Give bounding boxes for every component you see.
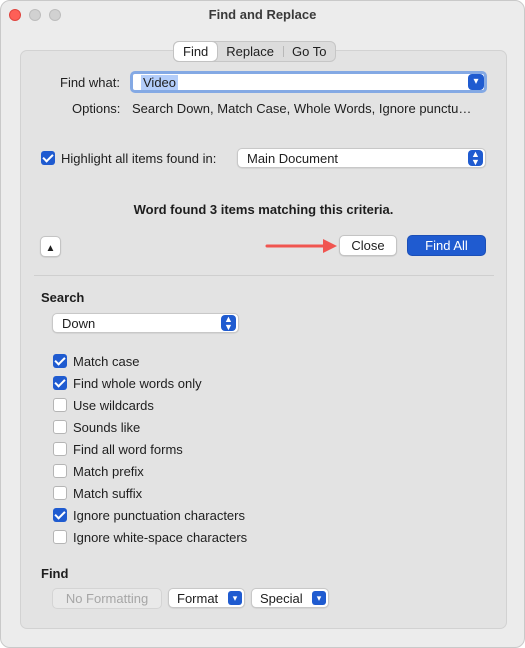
special-label: Special (260, 591, 303, 606)
collapse-button[interactable]: ▲ (40, 236, 61, 257)
chevron-down-icon[interactable]: ▾ (468, 74, 484, 90)
ignore-whitespace-checkbox[interactable] (53, 530, 67, 544)
highlight-scope-select[interactable]: Main Document ▲ ▼ (237, 148, 486, 168)
find-replace-window: Find and Replace Find Replace Go To Find… (0, 0, 525, 648)
tab-bar: Find Replace Go To (173, 41, 337, 62)
wildcards-label: Use wildcards (73, 398, 154, 413)
window-title: Find and Replace (208, 7, 317, 22)
chevron-down-icon: ▾ (312, 591, 326, 605)
format-label: Format (177, 591, 219, 606)
section-divider (34, 275, 494, 276)
whole-words-checkbox[interactable] (53, 376, 67, 390)
tab-replace[interactable]: Replace (217, 42, 283, 61)
chevron-down-icon: ▾ (228, 591, 242, 605)
find-what-label: Find what: (60, 75, 120, 90)
ignore-whitespace-label: Ignore white-space characters (73, 530, 248, 545)
options-label: Options: (72, 101, 121, 116)
format-menu-button[interactable]: Format ▾ (168, 588, 245, 608)
highlight-checkbox[interactable] (41, 151, 55, 165)
search-direction-select[interactable]: Down ▲ ▼ (52, 313, 239, 333)
ignore-punctuation-label: Ignore punctuation characters (73, 508, 245, 523)
options-summary: Search Down, Match Case, Whole Words, Ig… (132, 101, 472, 116)
sounds-like-checkbox[interactable] (53, 420, 67, 434)
match-prefix-label: Match prefix (73, 464, 144, 479)
special-menu-button[interactable]: Special ▾ (251, 588, 329, 608)
find-all-button[interactable]: Find All (407, 235, 486, 256)
highlight-label: Highlight all items found in: (61, 151, 217, 166)
wildcards-checkbox[interactable] (53, 398, 67, 412)
updown-chevron-icon: ▲ ▼ (221, 315, 236, 332)
find-what-value: Video (141, 75, 179, 90)
chevron-up-icon: ▲ (45, 243, 56, 254)
search-heading: Search (41, 290, 85, 305)
no-formatting-button[interactable]: No Formatting (52, 588, 162, 609)
close-button[interactable]: Close (339, 235, 397, 256)
updown-chevron-icon: ▲ ▼ (468, 150, 483, 167)
highlight-scope-value: Main Document (247, 151, 339, 166)
match-case-checkbox[interactable] (53, 354, 67, 368)
tab-go-to[interactable]: Go To (283, 42, 335, 61)
ignore-punctuation-checkbox[interactable] (53, 508, 67, 522)
status-message: Word found 3 items matching this criteri… (133, 202, 394, 217)
match-suffix-checkbox[interactable] (53, 486, 67, 500)
find-what-field[interactable]: Video ▾ (130, 71, 487, 93)
sounds-like-label: Sounds like (73, 420, 141, 435)
find-heading: Find (41, 566, 69, 581)
title-bar: Find and Replace (1, 1, 524, 29)
match-suffix-label: Match suffix (73, 486, 143, 501)
search-direction-value: Down (62, 316, 96, 331)
arrow-annotation-icon (265, 239, 337, 253)
match-case-label: Match case (73, 354, 140, 369)
word-forms-label: Find all word forms (73, 442, 183, 457)
whole-words-label: Find whole words only (73, 376, 202, 391)
match-prefix-checkbox[interactable] (53, 464, 67, 478)
tab-find[interactable]: Find (174, 42, 218, 61)
word-forms-checkbox[interactable] (53, 442, 67, 456)
